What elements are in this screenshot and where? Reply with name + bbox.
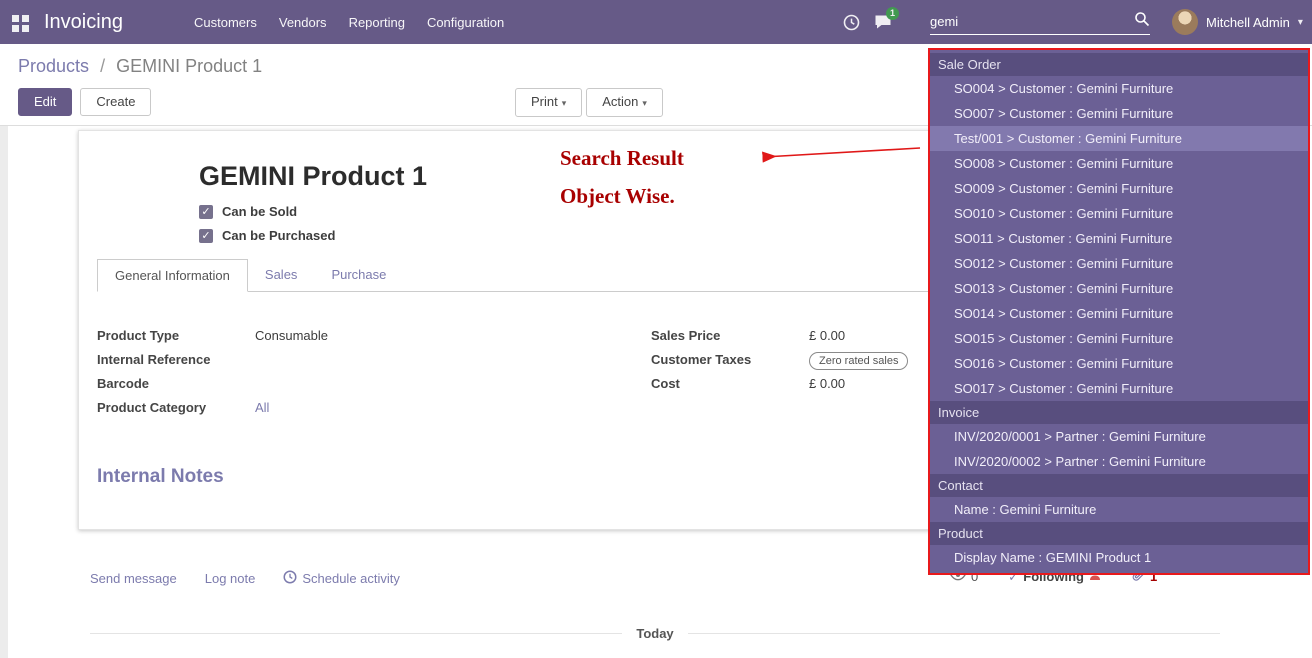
- screen: Invoicing Customers Vendors Reporting Confi…: [0, 0, 1312, 658]
- search-result-item[interactable]: SO013 > Customer : Gemini Furniture: [930, 276, 1308, 301]
- annotation-line1: Search Result: [560, 146, 684, 171]
- topbar: Invoicing Customers Vendors Reporting Confi…: [0, 0, 1312, 44]
- search-group-header: Contact: [930, 474, 1308, 497]
- action-buttons: Print ▾ Action ▾: [515, 88, 663, 117]
- avatar: [1172, 9, 1198, 35]
- user-name: Mitchell Admin: [1206, 15, 1290, 30]
- search-icon[interactable]: [1134, 11, 1150, 32]
- search-result-item[interactable]: SO016 > Customer : Gemini Furniture: [930, 351, 1308, 376]
- tab-purchase[interactable]: Purchase: [314, 259, 403, 291]
- field-label: Barcode: [97, 376, 255, 391]
- search-group-header: Invoice: [930, 401, 1308, 424]
- search-result-item[interactable]: Display Name : GEMINI Product 1: [930, 545, 1308, 570]
- user-menu[interactable]: Mitchell Admin ▾: [1172, 0, 1303, 44]
- field-value: £ 0.00: [809, 376, 845, 391]
- tab-sales[interactable]: Sales: [248, 259, 315, 291]
- tax-tag: Zero rated sales: [809, 352, 908, 370]
- search-result-item[interactable]: Name : Gemini Furniture: [930, 497, 1308, 522]
- search-result-item[interactable]: SO014 > Customer : Gemini Furniture: [930, 301, 1308, 326]
- messages-badge: 1: [886, 7, 899, 20]
- field-label: Sales Price: [651, 328, 809, 343]
- menu-customers[interactable]: Customers: [194, 15, 257, 30]
- search-result-item[interactable]: SO007 > Customer : Gemini Furniture: [930, 101, 1308, 126]
- search-result-item[interactable]: SO012 > Customer : Gemini Furniture: [930, 251, 1308, 276]
- create-button[interactable]: Create: [80, 88, 151, 116]
- annotation-arrow: [752, 143, 927, 167]
- print-label: Print: [531, 94, 558, 109]
- checkbox-label: Can be Purchased: [222, 228, 335, 243]
- search-group-header: Sale Order: [930, 53, 1308, 76]
- tab-general-information[interactable]: General Information: [97, 259, 248, 292]
- field-value: Consumable: [255, 328, 328, 343]
- checkbox-checked-icon: ✓: [199, 205, 213, 219]
- sheet-background-strip: [0, 126, 8, 658]
- send-message-link[interactable]: Send message: [90, 571, 177, 586]
- global-search-input[interactable]: gemi: [930, 9, 1150, 35]
- caret-down-icon: ▾: [642, 98, 647, 108]
- search-input-value[interactable]: gemi: [930, 14, 958, 29]
- checkbox-label: Can be Sold: [222, 204, 297, 219]
- field-label: Product Category: [97, 400, 255, 415]
- app-title[interactable]: Invoicing: [44, 0, 123, 44]
- action-button[interactable]: Action ▾: [586, 88, 663, 117]
- search-result-item[interactable]: SO015 > Customer : Gemini Furniture: [930, 326, 1308, 351]
- field-label: Internal Reference: [97, 352, 255, 367]
- annotation-line2: Object Wise.: [560, 184, 684, 209]
- field-label: Customer Taxes: [651, 352, 809, 367]
- search-result-item[interactable]: SO009 > Customer : Gemini Furniture: [930, 176, 1308, 201]
- print-button[interactable]: Print ▾: [515, 88, 582, 117]
- today-divider: Today: [90, 626, 1220, 641]
- search-result-item[interactable]: Test/001 > Customer : Gemini Furniture: [930, 126, 1308, 151]
- search-result-item[interactable]: INV/2020/0002 > Partner : Gemini Furnitu…: [930, 449, 1308, 474]
- action-label: Action: [602, 94, 638, 109]
- search-result-item[interactable]: SO011 > Customer : Gemini Furniture: [930, 226, 1308, 251]
- topbar-menu: Customers Vendors Reporting Configuration: [194, 0, 504, 44]
- form-buttons: Edit Create: [18, 88, 151, 116]
- menu-reporting[interactable]: Reporting: [349, 15, 405, 30]
- chatter-actions: Send message Log note Schedule activity: [90, 570, 400, 587]
- schedule-activity-label: Schedule activity: [302, 571, 400, 586]
- breadcrumb: Products / GEMINI Product 1: [18, 56, 262, 77]
- caret-down-icon: ▾: [562, 98, 567, 108]
- field-row: Barcode: [97, 376, 651, 395]
- checkbox-checked-icon: ✓: [199, 229, 213, 243]
- today-label: Today: [636, 626, 673, 641]
- edit-button[interactable]: Edit: [18, 88, 72, 116]
- search-results-dropdown: Sale OrderSO004 > Customer : Gemini Furn…: [928, 48, 1310, 575]
- field-label: Product Type: [97, 328, 255, 343]
- field-row: Product TypeConsumable: [97, 328, 651, 347]
- messages-icon[interactable]: 1: [874, 0, 892, 44]
- search-result-item[interactable]: SO010 > Customer : Gemini Furniture: [930, 201, 1308, 226]
- activities-clock-icon[interactable]: [843, 0, 860, 44]
- fields-left-column: Product TypeConsumableInternal Reference…: [97, 328, 651, 424]
- search-result-item[interactable]: SO004 > Customer : Gemini Furniture: [930, 76, 1308, 101]
- menu-vendors[interactable]: Vendors: [279, 15, 327, 30]
- field-label: Cost: [651, 376, 809, 391]
- field-value[interactable]: All: [255, 400, 269, 415]
- search-group-header: Product: [930, 522, 1308, 545]
- chevron-down-icon: ▾: [1298, 17, 1303, 28]
- apps-menu-icon[interactable]: [12, 15, 29, 32]
- field-value: £ 0.00: [809, 328, 845, 343]
- search-result-item[interactable]: SO017 > Customer : Gemini Furniture: [930, 376, 1308, 401]
- schedule-activity-link[interactable]: Schedule activity: [283, 570, 400, 587]
- breadcrumb-current: GEMINI Product 1: [116, 56, 262, 76]
- annotation-text: Search Result Object Wise.: [560, 146, 684, 209]
- breadcrumb-separator: /: [100, 56, 105, 76]
- search-result-item[interactable]: SO008 > Customer : Gemini Furniture: [930, 151, 1308, 176]
- breadcrumb-products-link[interactable]: Products: [18, 56, 89, 76]
- field-value: Zero rated sales: [809, 352, 908, 370]
- menu-configuration[interactable]: Configuration: [427, 15, 504, 30]
- log-note-link[interactable]: Log note: [205, 571, 256, 586]
- field-row: Product CategoryAll: [97, 400, 651, 419]
- clock-icon: [283, 570, 297, 587]
- field-row: Internal Reference: [97, 352, 651, 371]
- search-result-item[interactable]: INV/2020/0001 > Partner : Gemini Furnitu…: [930, 424, 1308, 449]
